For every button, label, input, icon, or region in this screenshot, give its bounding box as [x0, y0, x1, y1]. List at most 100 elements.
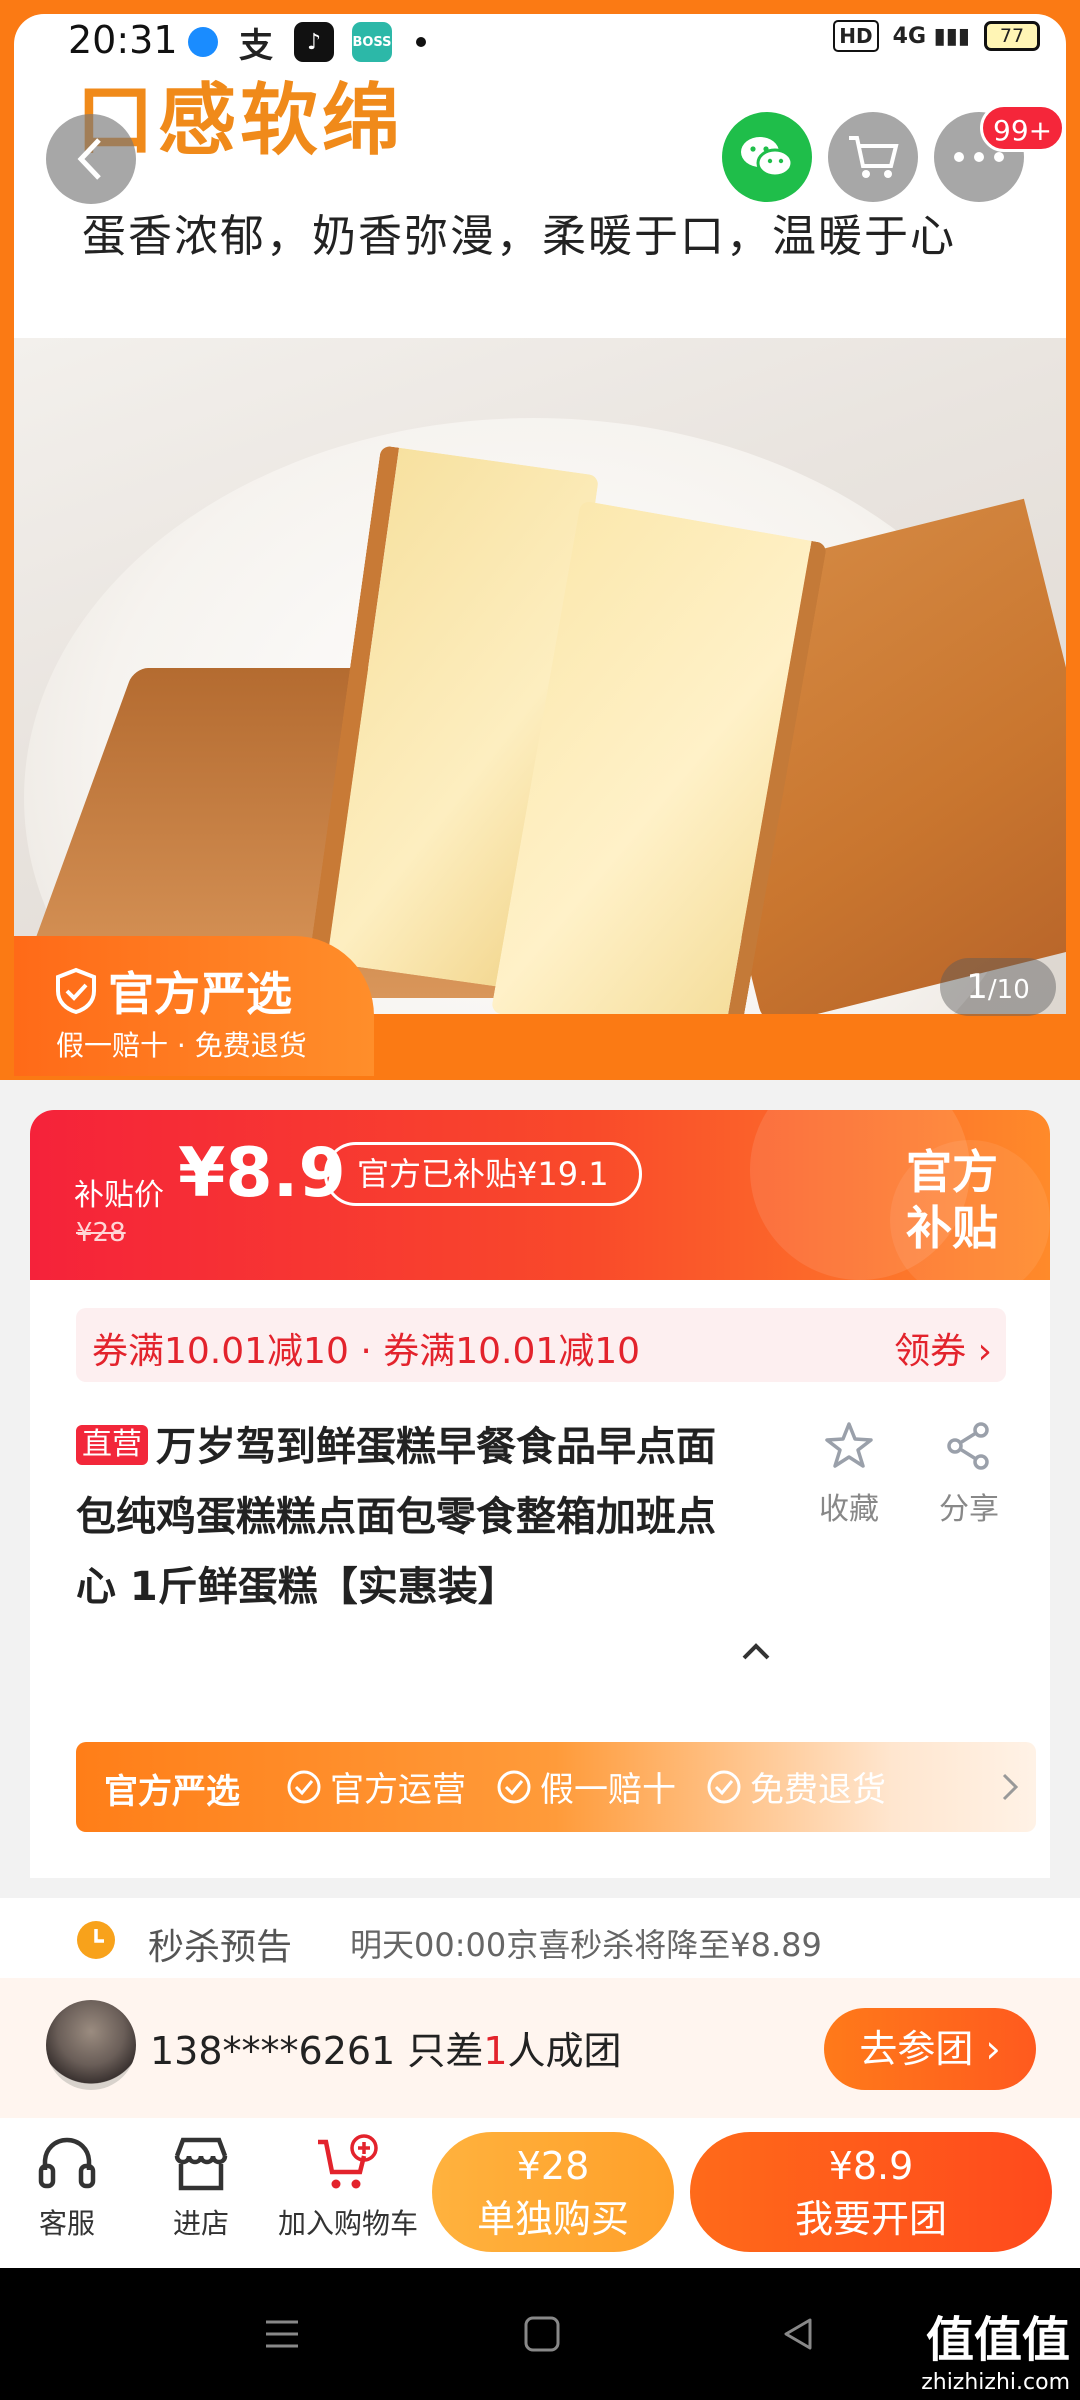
- coupon-bar[interactable]: 券满10.01减10 · 券满10.01减10 领券 ›: [76, 1308, 1006, 1382]
- buy-single-button[interactable]: ¥28 单独购买: [432, 2132, 674, 2252]
- tiktok-icon: ♪: [294, 22, 334, 62]
- cart-icon: [849, 136, 899, 178]
- product-detail-page: 口感软绵 蛋香浓郁，奶香弥漫，柔暖于口，温暖于心 官方严选 假一赔十 · 免费退…: [0, 0, 1080, 2400]
- group-count: 1: [483, 2029, 508, 2073]
- boss-zhipin-icon: BOSS: [352, 22, 392, 62]
- coupon-text: 券满10.01减10 · 券满10.01减10: [92, 1331, 641, 1372]
- group-buy-bar: 138****6261 只差1人成团 去参团 ›: [0, 1978, 1080, 2118]
- subsidy-amount-pill: 官方已补贴¥19.1: [324, 1142, 642, 1206]
- store-button[interactable]: 进店: [162, 2134, 240, 2242]
- official-subsidy-mark: 官方 补贴: [906, 1144, 998, 1256]
- check-circle-icon: [287, 1770, 321, 1803]
- group-status-text: 138****6261 只差1人成团: [150, 2020, 622, 2075]
- feature-item: 官方运营: [286, 1762, 466, 1811]
- price-label: 补贴价: [74, 1178, 164, 1213]
- official-select-title: 官方严选: [104, 1772, 240, 1812]
- shield-check-icon: [56, 967, 96, 1015]
- headset-icon: [38, 2137, 96, 2189]
- watermark: 值值值 zhizhizhi.com: [921, 2300, 1070, 2395]
- feature-item: 假一赔十: [496, 1762, 676, 1811]
- add-cart-label: 加入购物车: [277, 2207, 418, 2240]
- flash-sale-notice: 秒杀预告 明天00:00京喜秒杀将降至¥8.89: [0, 1898, 1080, 1978]
- image-pager: 1/10: [940, 958, 1056, 1016]
- group-price: ¥8.9: [828, 2144, 914, 2188]
- battery-icon: 77: [984, 21, 1040, 51]
- share-label: 分享: [939, 1492, 999, 1527]
- service-label: 客服: [38, 2207, 95, 2240]
- pager-current: 1: [966, 967, 988, 1007]
- feature-label: 假一赔十: [540, 1770, 676, 1810]
- feature-item: 免费退货: [706, 1762, 886, 1811]
- check-circle-icon: [707, 1770, 741, 1803]
- add-cart-icon: [318, 2134, 378, 2189]
- official-mark-line2: 补贴: [906, 1201, 998, 1255]
- subsidy-price: ¥8.9: [178, 1134, 346, 1213]
- cart-button[interactable]: [828, 112, 918, 202]
- feature-label: 免费退货: [750, 1770, 886, 1810]
- store-label: 进店: [172, 2207, 229, 2240]
- wechat-share-button[interactable]: [722, 112, 812, 202]
- menu-icon[interactable]: [262, 2314, 302, 2354]
- watermark-logo: 值值值: [925, 2312, 1070, 2368]
- more-dots-icon: [954, 152, 1004, 162]
- status-right: HD 4G ▮▮▮ 77: [833, 20, 1040, 52]
- flash-sale-label: 秒杀预告: [148, 1927, 293, 1968]
- avatar: [46, 2000, 136, 2090]
- hero-banner: 口感软绵 蛋香浓郁，奶香弥漫，柔暖于口，温暖于心 官方严选 假一赔十 · 免费退…: [0, 0, 1080, 1080]
- original-price: ¥28: [76, 1218, 126, 1248]
- clock-icon: [77, 1921, 115, 1959]
- watermark-url: zhizhizhi.com: [921, 2370, 1070, 2395]
- bottom-action-bar: 客服 进店 加入购物车 ¥28 单独购买 ¥8.9 我要开团: [0, 2118, 1080, 2268]
- join-group-button[interactable]: 去参团 ›: [824, 2008, 1036, 2090]
- notification-dot: [416, 37, 426, 47]
- customer-service-button[interactable]: 客服: [28, 2134, 106, 2242]
- price-card-decoration: [750, 1110, 1050, 1280]
- get-coupon-link[interactable]: 领券 ›: [894, 1322, 992, 1374]
- add-to-cart-button[interactable]: 加入购物车: [270, 2134, 426, 2242]
- share-icon: [947, 1422, 989, 1470]
- group-prefix: 只差: [395, 2029, 484, 2073]
- group-user: 138****6261: [150, 2029, 396, 2073]
- direct-sale-tag: 直营: [76, 1425, 148, 1465]
- alipay-icon: 支: [239, 25, 273, 66]
- status-time: 20:31: [68, 18, 178, 62]
- chevron-right-icon: [1002, 1773, 1019, 1801]
- check-circle-icon: [497, 1770, 531, 1803]
- status-bar: 20:31 支 ♪ BOSS HD 4G ▮▮▮ 77: [0, 0, 1080, 80]
- pager-total: /10: [987, 975, 1030, 1005]
- chevron-up-icon[interactable]: [736, 1632, 776, 1672]
- hd-icon: HD: [833, 20, 879, 52]
- store-icon: [174, 2137, 228, 2191]
- badge-title: 官方严选: [108, 967, 292, 1021]
- single-label: 单独购买: [476, 2197, 629, 2241]
- single-price: ¥28: [516, 2144, 590, 2188]
- status-app-icons: 支 ♪ BOSS: [188, 22, 426, 66]
- group-label: 我要开团: [794, 2197, 947, 2241]
- signal-icon: 4G ▮▮▮: [892, 23, 970, 49]
- cake-photo[interactable]: [14, 338, 1066, 1014]
- feature-label: 官方运营: [330, 1770, 466, 1810]
- signal-type: 4G: [892, 23, 927, 49]
- system-nav-bar: [0, 2268, 1080, 2400]
- official-select-bar[interactable]: 官方严选 官方运营 假一赔十 免费退货: [76, 1742, 1036, 1832]
- group-suffix: 人成团: [507, 2029, 622, 2073]
- product-title-text: 万岁驾到鲜蛋糕早餐食品早点面包纯鸡蛋糕糕点面包零食整箱加班点心 1斤鲜蛋糕【实惠…: [76, 1424, 716, 1610]
- home-icon[interactable]: [522, 2314, 562, 2354]
- badge-subtitle: 假一赔十 · 免费退货: [56, 1029, 307, 1062]
- star-icon: [825, 1422, 873, 1468]
- favorite-button[interactable]: 收藏: [804, 1420, 894, 1528]
- wechat-icon: [741, 137, 794, 178]
- official-mark-line1: 官方: [906, 1145, 998, 1199]
- share-button[interactable]: 分享: [924, 1420, 1014, 1528]
- flash-sale-text: 明天00:00京喜秒杀将降至¥8.89: [350, 1926, 822, 1964]
- official-select-features: 官方运营 假一赔十 免费退货: [286, 1762, 886, 1811]
- back-button[interactable]: [46, 114, 136, 204]
- blue-dot-app-icon: [188, 27, 218, 57]
- hero-subline: 蛋香浓郁，奶香弥漫，柔暖于口，温暖于心: [82, 211, 956, 262]
- product-title: 直营 万岁驾到鲜蛋糕早餐食品早点面包纯鸡蛋糕糕点面包零食整箱加班点心 1斤鲜蛋糕【…: [76, 1412, 736, 1622]
- official-select-badge: 官方严选 假一赔十 · 免费退货: [14, 936, 374, 1076]
- back-triangle-icon[interactable]: [778, 2314, 818, 2354]
- start-group-button[interactable]: ¥8.9 我要开团: [690, 2132, 1052, 2252]
- product-info-section: 券满10.01减10 · 券满10.01减10 领券 › 直营 万岁驾到鲜蛋糕早餐…: [30, 1280, 1050, 1878]
- subsidy-price-card: 补贴价 ¥8.9 ¥28 官方已补贴¥19.1 官方 补贴: [30, 1110, 1050, 1280]
